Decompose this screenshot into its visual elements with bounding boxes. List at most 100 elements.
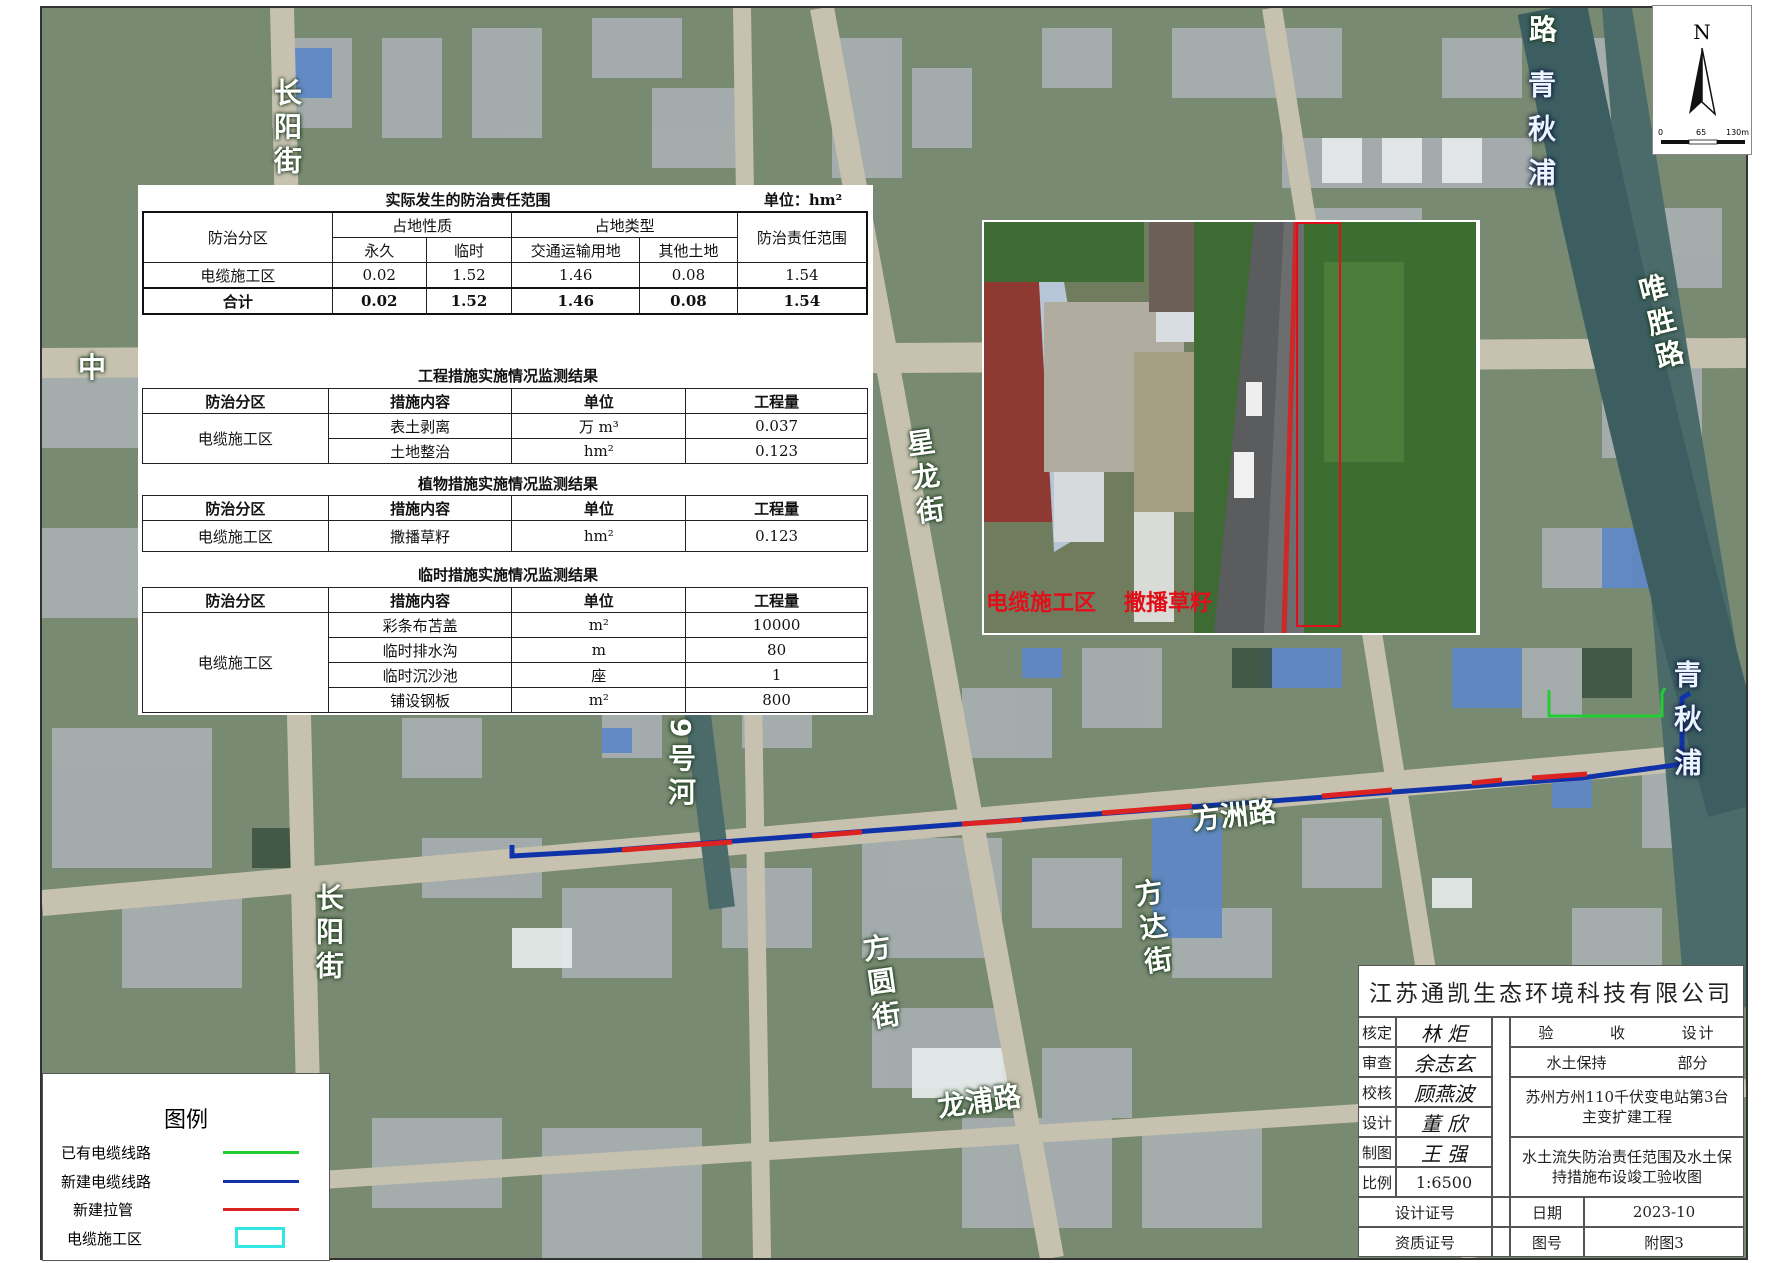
t2-header-measure: 措施内容 [327, 388, 513, 414]
t2-header-zone: 防治分区 [142, 388, 329, 414]
t3-cell-measure: 撒播草籽 [327, 520, 513, 552]
t1-cell-permanent: 0.02 [331, 262, 427, 289]
t4-cell-qty: 800 [685, 687, 868, 713]
figure-label: 图号 [1510, 1227, 1584, 1257]
t2-cell-measure: 表土剥离 [327, 413, 513, 439]
label-design: 设计 [1358, 1107, 1396, 1137]
legend-swatch-existing-cable [223, 1151, 299, 1154]
t1-header-scope: 防治责任范围 [736, 211, 868, 263]
table-row: 电缆施工区 彩条布苫盖 m² 10000 [142, 612, 868, 713]
t2-cell-qty: 0.037 [685, 413, 868, 439]
stage-design: 设计 [1681, 1023, 1716, 1042]
date-value: 2023-10 [1584, 1197, 1744, 1227]
photo-caption-zone: 电缆施工区 [986, 590, 1097, 616]
t4-header-qty: 工程量 [685, 587, 868, 613]
label-check: 校核 [1358, 1077, 1396, 1107]
t1-total-scope: 1.54 [736, 287, 868, 315]
signature-check: 顾燕波 [1396, 1077, 1492, 1107]
t2-cell-qty: 0.123 [685, 438, 868, 464]
table4-title: 临时措施实施情况监测结果 [417, 566, 598, 584]
construction-zone-outline [1296, 222, 1341, 627]
legend-label-existing-cable: 已有电缆线路 [61, 1144, 152, 1162]
table3-title: 植物措施实施情况监测结果 [417, 475, 598, 493]
river-label-9: 9号河 [664, 718, 697, 812]
label-draw: 制图 [1358, 1137, 1396, 1167]
t1-header-other: 其他土地 [639, 237, 738, 263]
scale-tick-130: 130m [1726, 128, 1750, 137]
road-label-lu: 路 [1529, 13, 1558, 46]
t1-header-occupy-nature: 占地性质 [331, 211, 513, 238]
signature-approve: 林 炬 [1396, 1017, 1492, 1047]
project-name: 苏州方州110千伏变电站第3台主变扩建工程 [1510, 1077, 1744, 1137]
signature-draw: 王 强 [1396, 1137, 1492, 1167]
t2-cell-zone: 电缆施工区 [142, 413, 329, 464]
label-scale: 比例 [1358, 1167, 1396, 1197]
vegetation-measures-table: 防治分区 措施内容 单位 工程量 电缆施工区 撒播草籽 hm² 0.123 [142, 495, 868, 552]
t4-cell-unit: 座 [511, 662, 687, 688]
dept-part: 部分 [1677, 1053, 1708, 1072]
t1-header-temporary: 临时 [425, 237, 513, 263]
t4-cell-qty: 1 [685, 662, 868, 688]
date-label: 日期 [1510, 1197, 1584, 1227]
t3-header-qty: 工程量 [685, 495, 868, 521]
stage-yan: 验 [1538, 1023, 1556, 1042]
legend-label-pull-pipe: 新建拉管 [73, 1201, 134, 1219]
stage-row: 验 收 设计 [1510, 1017, 1744, 1047]
table-row: 电缆施工区 撒播草籽 hm² 0.123 [142, 520, 868, 552]
legend-swatch-pull-pipe [223, 1208, 299, 1211]
table-total-row: 合计 0.02 1.52 1.46 0.08 1.54 [142, 287, 868, 315]
stage-shou: 收 [1609, 1023, 1627, 1042]
t4-cell-unit: m² [511, 612, 687, 638]
legend-swatch-new-cable [223, 1180, 299, 1183]
scale-tick-65: 65 [1696, 128, 1707, 137]
t1-total-traffic: 1.46 [511, 287, 641, 315]
t1-total-permanent: 0.02 [331, 287, 427, 315]
quality-cert-label: 资质证号 [1358, 1227, 1492, 1257]
t4-cell-zone: 电缆施工区 [142, 612, 329, 713]
road-label-changyang-top: 长阳街 [270, 78, 303, 180]
title-block-spacer [1492, 1017, 1510, 1197]
temporary-measures-table: 防治分区 措施内容 单位 工程量 电缆施工区 彩条布苫盖 m² 10000 临时… [142, 587, 868, 713]
t4-cell-measure: 彩条布苫盖 [327, 612, 513, 638]
legend-swatch-construction-zone [235, 1227, 285, 1248]
table-row: 电缆施工区 0.02 1.52 1.46 0.08 1.54 [142, 262, 868, 289]
dept-soil: 水土保持 [1546, 1053, 1607, 1072]
t4-cell-qty: 10000 [685, 612, 868, 638]
t1-cell-zone: 电缆施工区 [142, 262, 333, 289]
t4-cell-qty: 80 [685, 637, 868, 663]
t3-cell-unit: hm² [511, 520, 687, 552]
title-block: 江苏通凯生态环境科技有限公司 核定 审查 校核 设计 制图 比例 林 炬 余志玄… [1358, 965, 1744, 1257]
t4-header-unit: 单位 [511, 587, 687, 613]
river-label-qingqiupu-top: 青秋浦 [1524, 70, 1557, 202]
site-photo-inset: 电缆施工区 撒播草籽 [982, 220, 1480, 635]
signature-design: 董 欣 [1396, 1107, 1492, 1137]
quality-cert-value [1492, 1227, 1510, 1257]
table1-unit: 单位：hm² [763, 191, 843, 209]
t4-cell-measure: 临时沉沙池 [327, 662, 513, 688]
t1-cell-scope: 1.54 [736, 262, 868, 289]
legend-title: 图例 [163, 1108, 208, 1133]
t1-header-zone: 防治分区 [142, 211, 333, 263]
t1-header-permanent: 永久 [331, 237, 427, 263]
t4-cell-measure: 临时排水沟 [327, 637, 513, 663]
site-aerial-photo [984, 222, 1476, 633]
t1-header-occupy-type: 占地类型 [511, 211, 738, 238]
t2-cell-unit: hm² [511, 438, 687, 464]
t4-cell-unit: m [511, 637, 687, 663]
scale-value: 1:6500 [1396, 1167, 1492, 1197]
map-legend: 图例 已有电缆线路 新建电缆线路 新建拉管 电缆施工区 [42, 1073, 330, 1261]
road-label-zhong: 中 [78, 351, 107, 384]
t1-total-zone: 合计 [142, 287, 333, 315]
t1-total-temporary: 1.52 [425, 287, 513, 315]
table1-title: 实际发生的防治责任范围 [385, 191, 551, 209]
t4-header-zone: 防治分区 [142, 587, 329, 613]
responsibility-scope-table: 防治分区 占地性质 占地类型 防治责任范围 永久 临时 交通运输用地 其他土地 … [142, 211, 868, 315]
t2-cell-unit: 万 m³ [511, 413, 687, 439]
monitoring-tables-panel: 实际发生的防治责任范围 单位：hm² 防治分区 占地性质 占地类型 防治责任范围… [138, 185, 873, 715]
t3-cell-qty: 0.123 [685, 520, 868, 552]
north-arrow: N 0 65 130m [1652, 5, 1752, 155]
t1-cell-other: 0.08 [639, 262, 738, 289]
t2-cell-measure: 土地整治 [327, 438, 513, 464]
drawing-name: 水土流失防治责任范围及水土保持措施布设竣工验收图 [1510, 1137, 1744, 1197]
scale-tick-0: 0 [1658, 128, 1664, 137]
